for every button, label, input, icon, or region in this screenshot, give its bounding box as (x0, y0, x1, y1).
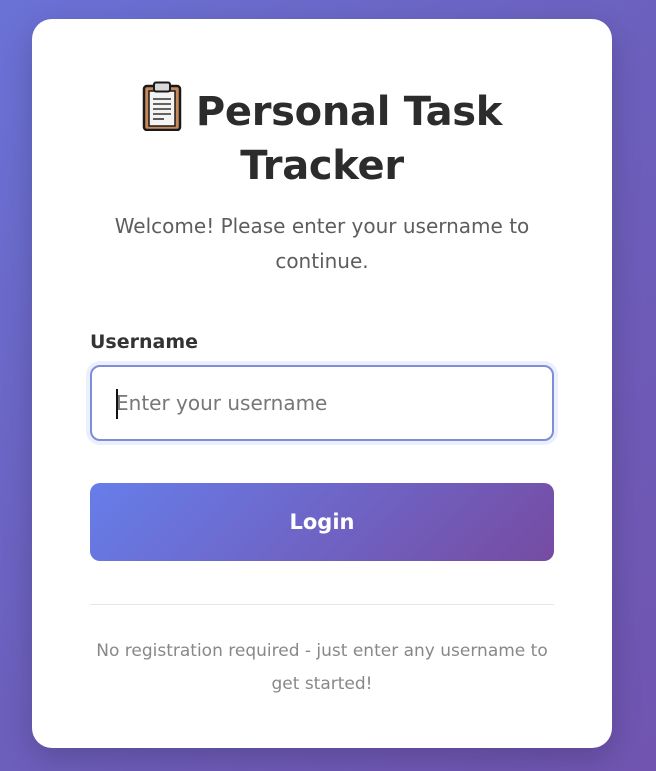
login-button[interactable]: Login (90, 483, 554, 561)
username-label: Username (90, 331, 199, 353)
registration-note: No registration required - just enter an… (96, 641, 548, 694)
app-title-text: Personal Task Tracker (195, 89, 503, 189)
divider (90, 604, 554, 605)
page-title: Personal Task Tracker (90, 81, 554, 193)
clipboard-icon (142, 81, 182, 131)
username-input[interactable] (92, 367, 552, 439)
welcome-subtitle: Welcome! Please enter your username to c… (114, 214, 530, 273)
username-field-wrapper (90, 365, 554, 441)
text-cursor (116, 389, 118, 419)
login-card: Personal Task Tracker Welcome! Please en… (32, 19, 612, 748)
